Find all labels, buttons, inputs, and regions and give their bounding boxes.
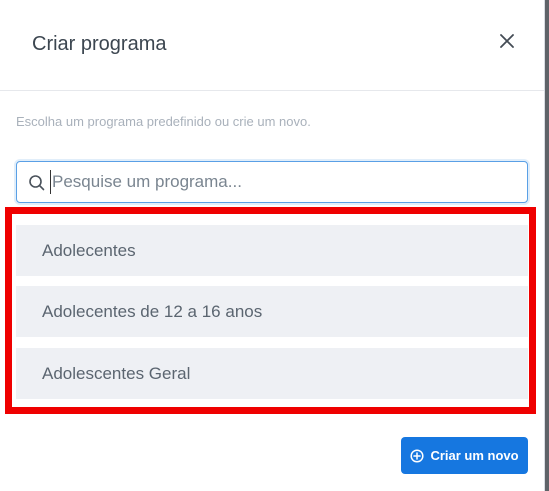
program-item-adolescentes-geral[interactable]: Adolescentes Geral [16,348,528,399]
program-item-adolecentes[interactable]: Adolecentes [16,225,528,276]
modal-title: Criar programa [32,33,167,55]
search-icon [29,175,45,191]
search-box[interactable] [16,161,528,203]
program-item-label: Adolescentes Geral [42,364,191,383]
create-program-modal: Criar programa Escolha um programa prede… [0,0,545,491]
create-new-label: Criar um novo [430,448,519,463]
program-item-label: Adolecentes de 12 a 16 anos [42,302,263,321]
program-item-label: Adolecentes [42,241,136,260]
modal-subtitle: Escolha um programa predefinido ou crie … [16,114,311,129]
close-button[interactable] [496,30,518,52]
search-input[interactable] [50,170,522,194]
program-item-adolecentes-12-16[interactable]: Adolecentes de 12 a 16 anos [16,286,528,337]
modal-header: Criar programa [0,0,544,91]
plus-circle-icon [410,448,424,463]
close-icon [500,34,514,48]
create-new-button[interactable]: Criar um novo [401,437,528,474]
